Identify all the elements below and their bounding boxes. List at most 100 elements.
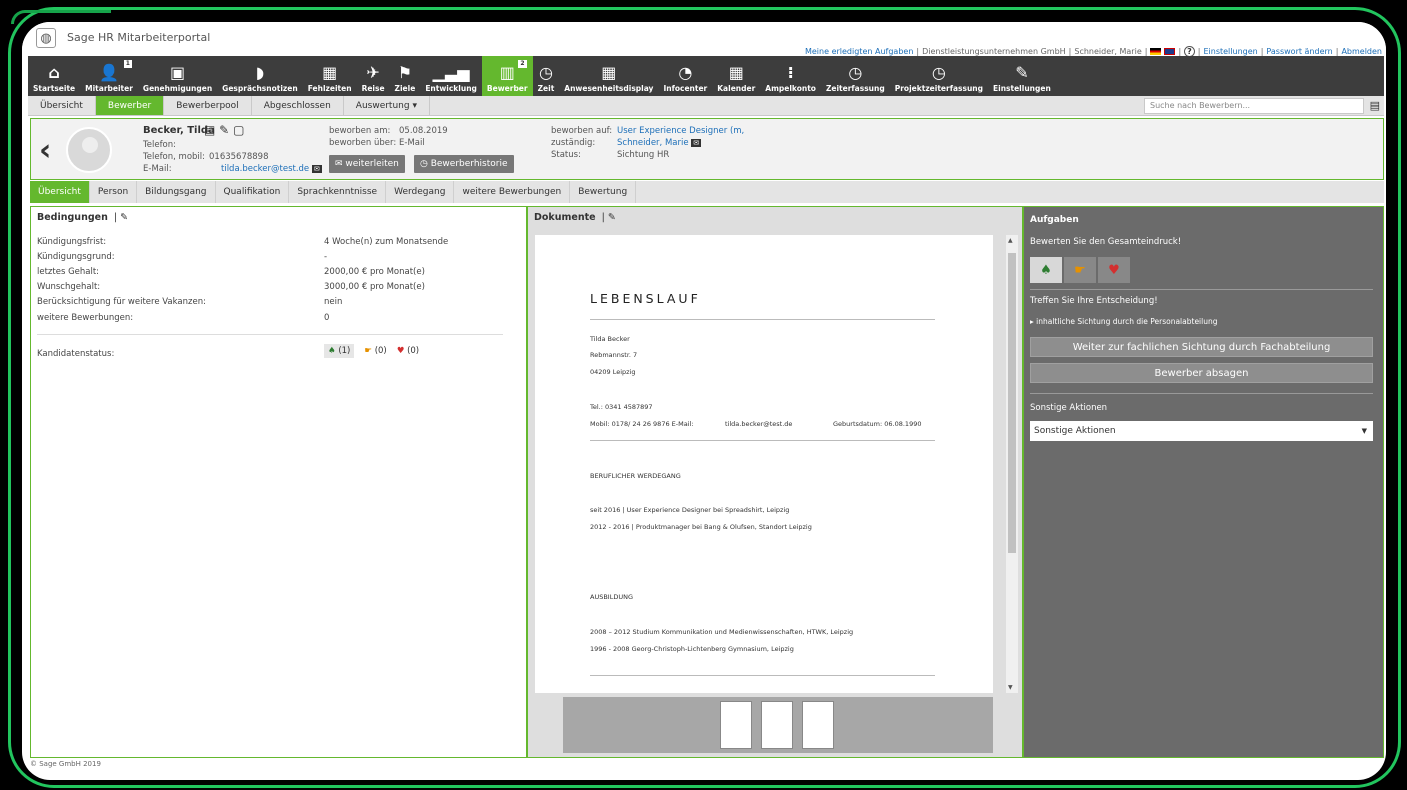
detail-tab-1[interactable]: Person xyxy=(90,181,138,203)
nav-item-reise[interactable]: ✈ Reise xyxy=(357,56,390,96)
forward-to-department-button[interactable]: Weiter zur fachlichen Sichtung durch Fac… xyxy=(1030,337,1373,357)
condition-value: 3000,00 € pro Monat(e) xyxy=(324,282,425,292)
condition-label: Wunschgehalt: xyxy=(37,282,101,292)
nav-item-kalender[interactable]: ▦ Kalender xyxy=(712,56,760,96)
candidate-status-label: Kandidatenstatus: xyxy=(37,349,115,359)
subtab-4[interactable]: Auswertung ▾ xyxy=(344,96,430,115)
history-button[interactable]: ◷ Bewerberhistorie xyxy=(414,155,514,173)
employee-icon: 👤 xyxy=(99,63,119,82)
contact-block: Telefon: Telefon, mobil: E-Mail: 0163567… xyxy=(143,140,322,174)
detail-tab-5[interactable]: Werdegang xyxy=(386,181,455,203)
nav-item-zeit[interactable]: ◷ Zeit xyxy=(533,56,560,96)
documents-panel: Dokumente | ✎ LEBENSLAUF Tilda Becker Reb… xyxy=(527,206,1023,758)
condition-label: letztes Gehalt: xyxy=(37,267,100,277)
mobile-value: 01635678898 xyxy=(209,152,269,162)
mail-icon[interactable]: ✉ xyxy=(311,165,322,173)
thumbs-up-rating[interactable]: ♠ (1) xyxy=(324,344,355,358)
nav-item-anwesenheitsdisplay[interactable]: ▦ Anwesenheitsdisplay xyxy=(559,56,658,96)
subtab-3[interactable]: Abgeschlossen xyxy=(252,96,344,115)
document-scrollbar[interactable]: ▲ ▼ xyxy=(1006,235,1018,693)
condition-value: 2000,00 € pro Monat(e) xyxy=(324,267,425,277)
pencil-icon[interactable]: | ✎ xyxy=(602,212,616,223)
nav-item-entwicklung[interactable]: ▁▃▅ Entwicklung xyxy=(420,56,482,96)
nav-label: Einstellungen xyxy=(993,84,1051,93)
nav-item-mitarbeiter[interactable]: 👤 Mitarbeiter 1 xyxy=(80,56,138,96)
logout-link[interactable]: Abmelden xyxy=(1341,47,1382,56)
back-arrow-icon[interactable]: ‹ xyxy=(39,133,51,168)
applicant-search-input[interactable]: Suche nach Bewerbern... xyxy=(1144,98,1364,114)
page-thumbnail[interactable] xyxy=(720,701,752,749)
conditions-header: Bedingungen | ✎ xyxy=(37,212,129,223)
nav-item-infocenter[interactable]: ◔ Infocenter xyxy=(658,56,712,96)
nav-item-projektzeiterfassung[interactable]: ◷ Projektzeiterfassung xyxy=(890,56,988,96)
detail-tab-7[interactable]: Bewertung xyxy=(570,181,637,203)
condition-label: Kündigungsgrund: xyxy=(37,252,115,262)
condition-label: weitere Bewerbungen: xyxy=(37,313,134,323)
uk-flag-icon[interactable] xyxy=(1164,48,1176,55)
responsible-link[interactable]: Schneider, Marie xyxy=(617,138,689,148)
document-icon[interactable]: ▤ xyxy=(1370,99,1380,112)
document-icon[interactable]: ▤ xyxy=(204,123,215,137)
nav-item-fehlzeiten[interactable]: ▦ Fehlzeiten xyxy=(303,56,357,96)
nav-item-einstellungen[interactable]: ✎ Einstellungen xyxy=(988,56,1056,96)
detail-tab-3[interactable]: Qualifikation xyxy=(216,181,290,203)
condition-value: 0 xyxy=(324,313,330,323)
german-flag-icon[interactable] xyxy=(1150,48,1162,55)
pencil-icon[interactable]: | ✎ xyxy=(114,212,128,223)
nav-item-zeiterfassung[interactable]: ◷ Zeiterfassung xyxy=(821,56,890,96)
settings-link[interactable]: Einstellungen xyxy=(1203,47,1257,56)
forward-button[interactable]: ✉ weiterleiten xyxy=(329,155,405,173)
nav-item-ampelkonto[interactable]: ⁝ Ampelkonto xyxy=(760,56,821,96)
calendar-icon: ▦ xyxy=(728,63,744,82)
cv-heading: LEBENSLAUF xyxy=(590,291,701,306)
plane-icon: ✈ xyxy=(366,63,380,82)
detail-tab-2[interactable]: Bildungsgang xyxy=(137,181,216,203)
detail-tab-0[interactable]: Übersicht xyxy=(30,181,90,203)
nav-item-startseite[interactable]: ⌂ Startseite xyxy=(28,56,80,96)
nav-label: Kalender xyxy=(717,84,756,93)
email-link[interactable]: tilda.becker@test.de xyxy=(221,164,309,174)
count-badge: 1 xyxy=(123,60,132,68)
detail-tab-6[interactable]: weitere Bewerbungen xyxy=(454,181,571,203)
grid-icon: ▦ xyxy=(601,63,617,82)
reject-applicant-button[interactable]: Bewerber absagen xyxy=(1030,363,1373,383)
position-link[interactable]: User Experience Designer (m, xyxy=(617,126,744,136)
condition-value: 4 Woche(n) zum Monatsende xyxy=(324,237,449,247)
file-icon[interactable]: ▢ xyxy=(233,123,244,137)
mail-icon[interactable]: ✉ xyxy=(691,139,702,147)
neutral-rating[interactable]: ☛ (0) xyxy=(364,346,386,356)
password-link[interactable]: Passwort ändern xyxy=(1266,47,1332,56)
application-block: beworben am: beworben über: 05.08.2019 E… xyxy=(329,126,448,148)
app-title: Sage HR Mitarbeiterportal xyxy=(67,31,211,44)
nav-label: Zeiterfassung xyxy=(825,84,885,93)
nav-item-gesprächsnotizen[interactable]: ◗ Gesprächsnotizen xyxy=(217,56,303,96)
nav-label: Fehlzeiten xyxy=(307,84,352,93)
nav-item-ziele[interactable]: ⚑ Ziele xyxy=(390,56,421,96)
nav-item-bewerber[interactable]: ▥ Bewerber 2 xyxy=(481,56,533,96)
nav-label: Bewerber xyxy=(486,84,528,93)
count-badge: 2 xyxy=(518,60,527,68)
avatar[interactable] xyxy=(66,127,112,173)
nav-label: Startseite xyxy=(33,84,76,93)
time-icon: ◷ xyxy=(538,63,553,82)
subtab-0[interactable]: Übersicht xyxy=(28,96,96,115)
thumbs-down-icon[interactable]: ♥ xyxy=(1098,257,1130,283)
page-thumbnail[interactable] xyxy=(802,701,834,749)
condition-label: Berücksichtigung für weitere Vakanzen: xyxy=(37,297,206,307)
nav-label: Infocenter xyxy=(663,84,708,93)
other-actions-select[interactable]: Sonstige Aktionen ▼ xyxy=(1030,421,1373,441)
cv-document[interactable]: LEBENSLAUF Tilda Becker Rebmannstr. 7 04… xyxy=(535,235,993,693)
subtab-2[interactable]: Bewerberpool xyxy=(164,96,252,115)
subtab-1[interactable]: Bewerber xyxy=(95,96,165,115)
company-name: Dienstleistungsunternehmen GmbH xyxy=(922,47,1066,56)
page-thumbnail[interactable] xyxy=(761,701,793,749)
nav-item-genehmigungen[interactable]: ▣ Genehmigungen xyxy=(138,56,217,96)
thumbs-down-rating[interactable]: ♥ (0) xyxy=(397,346,419,356)
edit-icon[interactable]: ✎ xyxy=(219,123,229,137)
detail-tab-4[interactable]: Sprachkenntnisse xyxy=(289,181,387,203)
home-icon: ⌂ xyxy=(48,63,60,82)
done-tasks-link[interactable]: Meine erledigten Aufgaben xyxy=(805,47,913,56)
thumbs-up-icon[interactable]: ♠ xyxy=(1030,257,1062,283)
candidate-rating: ♠ (1) ☛ (0) ♥ (0) xyxy=(324,344,419,358)
hand-neutral-icon[interactable]: ☛ xyxy=(1064,257,1096,283)
